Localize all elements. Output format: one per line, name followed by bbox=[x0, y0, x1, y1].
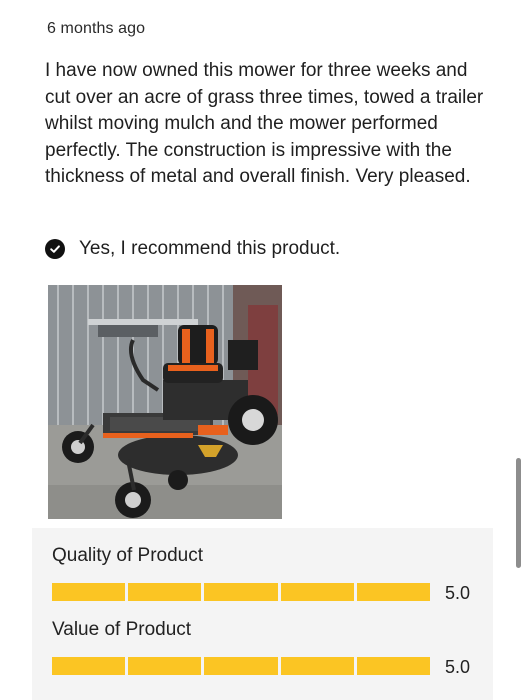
review-body: I have now owned this mower for three we… bbox=[45, 60, 484, 188]
rating-bar-quality bbox=[52, 583, 431, 601]
rating-bar-segment bbox=[52, 583, 126, 601]
check-circle-icon bbox=[45, 239, 65, 259]
rating-bar-segment bbox=[204, 583, 278, 601]
review-page: 6 months ago I have now owned this mower… bbox=[0, 0, 525, 700]
recommendation-text: Yes, I recommend this product. bbox=[79, 238, 341, 259]
rating-value-quality: 5.0 bbox=[445, 583, 471, 603]
ratings-panel: Quality of Product 5.0 Value of Product … bbox=[32, 528, 493, 700]
rating-bar-segment bbox=[356, 583, 431, 601]
rating-bar-segment bbox=[204, 657, 278, 675]
recommendation: Yes, I recommend this product. bbox=[45, 238, 340, 260]
rating-bar-segment bbox=[280, 657, 354, 675]
review-timestamp: 6 months ago bbox=[47, 20, 146, 37]
rating-value-value: 5.0 bbox=[445, 657, 471, 677]
rating-bar-segment bbox=[52, 657, 126, 675]
rating-bar-value bbox=[52, 657, 431, 675]
rating-bar-segment bbox=[280, 583, 354, 601]
scrollbar-thumb[interactable] bbox=[516, 458, 521, 568]
rating-label-value: Value of Product bbox=[52, 619, 192, 640]
rating-bar-segment bbox=[356, 657, 431, 675]
rating-bar-segment bbox=[128, 583, 202, 601]
review-photo[interactable] bbox=[48, 285, 282, 519]
rating-label-quality: Quality of Product bbox=[52, 545, 204, 566]
rating-bar-segment bbox=[128, 657, 202, 675]
